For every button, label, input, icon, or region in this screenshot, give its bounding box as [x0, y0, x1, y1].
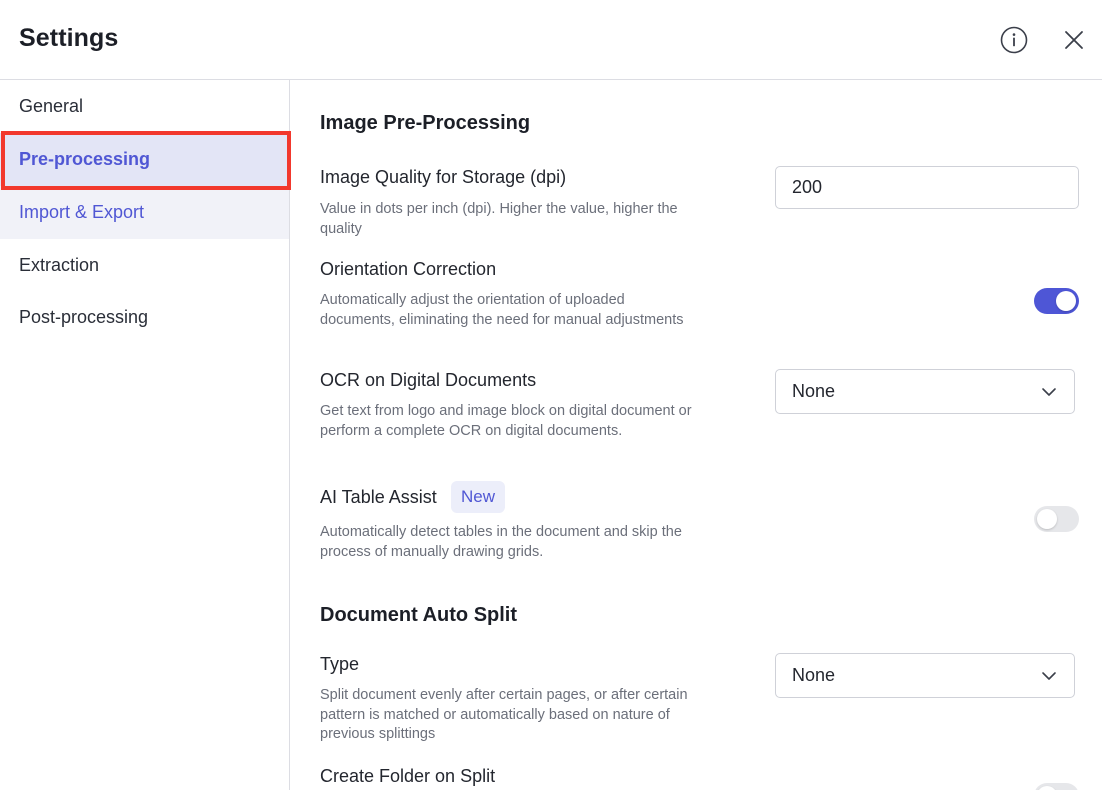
- split-type-selected-value: None: [792, 665, 836, 685]
- split-type-select[interactable]: None: [775, 653, 1075, 698]
- sidebar-item-extraction[interactable]: Extraction: [0, 239, 289, 292]
- settings-sidebar: General Pre-processing Import & Export E…: [0, 80, 290, 790]
- sidebar-item-pre-processing[interactable]: Pre-processing: [0, 133, 289, 186]
- ai-table-assist-toggle[interactable]: [1034, 506, 1079, 532]
- section-title-image-preprocessing: Image Pre-Processing: [320, 112, 531, 134]
- new-badge: New: [451, 481, 506, 513]
- ai-table-assist-label: AI Table Assist: [320, 487, 437, 507]
- orientation-correction-description: Automatically adjust the orientation of …: [320, 292, 684, 328]
- page-title: Settings: [19, 24, 119, 52]
- settings-content: Image Pre-Processing Image Quality for S…: [291, 80, 1102, 790]
- toggle-knob: [1037, 786, 1057, 790]
- orientation-correction-label: Orientation Correction: [320, 259, 497, 279]
- info-circle-icon: [1000, 26, 1028, 54]
- ocr-digital-label: OCR on Digital Documents: [320, 370, 537, 390]
- create-folder-label: Create Folder on Split: [320, 766, 496, 786]
- sidebar-item-import-export[interactable]: Import & Export: [0, 186, 289, 239]
- ai-table-assist-description: Automatically detect tables in the docum…: [320, 524, 682, 560]
- section-title-document-auto-split: Document Auto Split: [320, 604, 518, 626]
- ocr-digital-selected-value: None: [792, 381, 836, 401]
- split-type-description: Split document evenly after certain page…: [320, 687, 688, 742]
- info-button[interactable]: [999, 25, 1029, 55]
- split-type-label: Type: [320, 654, 360, 674]
- image-quality-label: Image Quality for Storage (dpi): [320, 167, 567, 187]
- close-button[interactable]: [1059, 25, 1089, 55]
- settings-header: Settings: [0, 0, 1102, 80]
- create-folder-toggle[interactable]: [1034, 783, 1079, 790]
- close-icon: [1065, 31, 1083, 49]
- chevron-down-icon: [1042, 672, 1056, 680]
- image-quality-description: Value in dots per inch (dpi). Higher the…: [320, 201, 678, 237]
- sidebar-item-general[interactable]: General: [0, 80, 289, 133]
- toggle-knob: [1056, 291, 1076, 311]
- sidebar-item-post-processing[interactable]: Post-processing: [0, 291, 289, 344]
- orientation-correction-toggle[interactable]: [1034, 288, 1079, 314]
- ocr-digital-description: Get text from logo and image block on di…: [320, 403, 692, 439]
- chevron-down-icon: [1042, 388, 1056, 396]
- image-quality-input[interactable]: [775, 166, 1079, 209]
- ocr-digital-select[interactable]: None: [775, 369, 1075, 414]
- toggle-knob: [1037, 509, 1057, 529]
